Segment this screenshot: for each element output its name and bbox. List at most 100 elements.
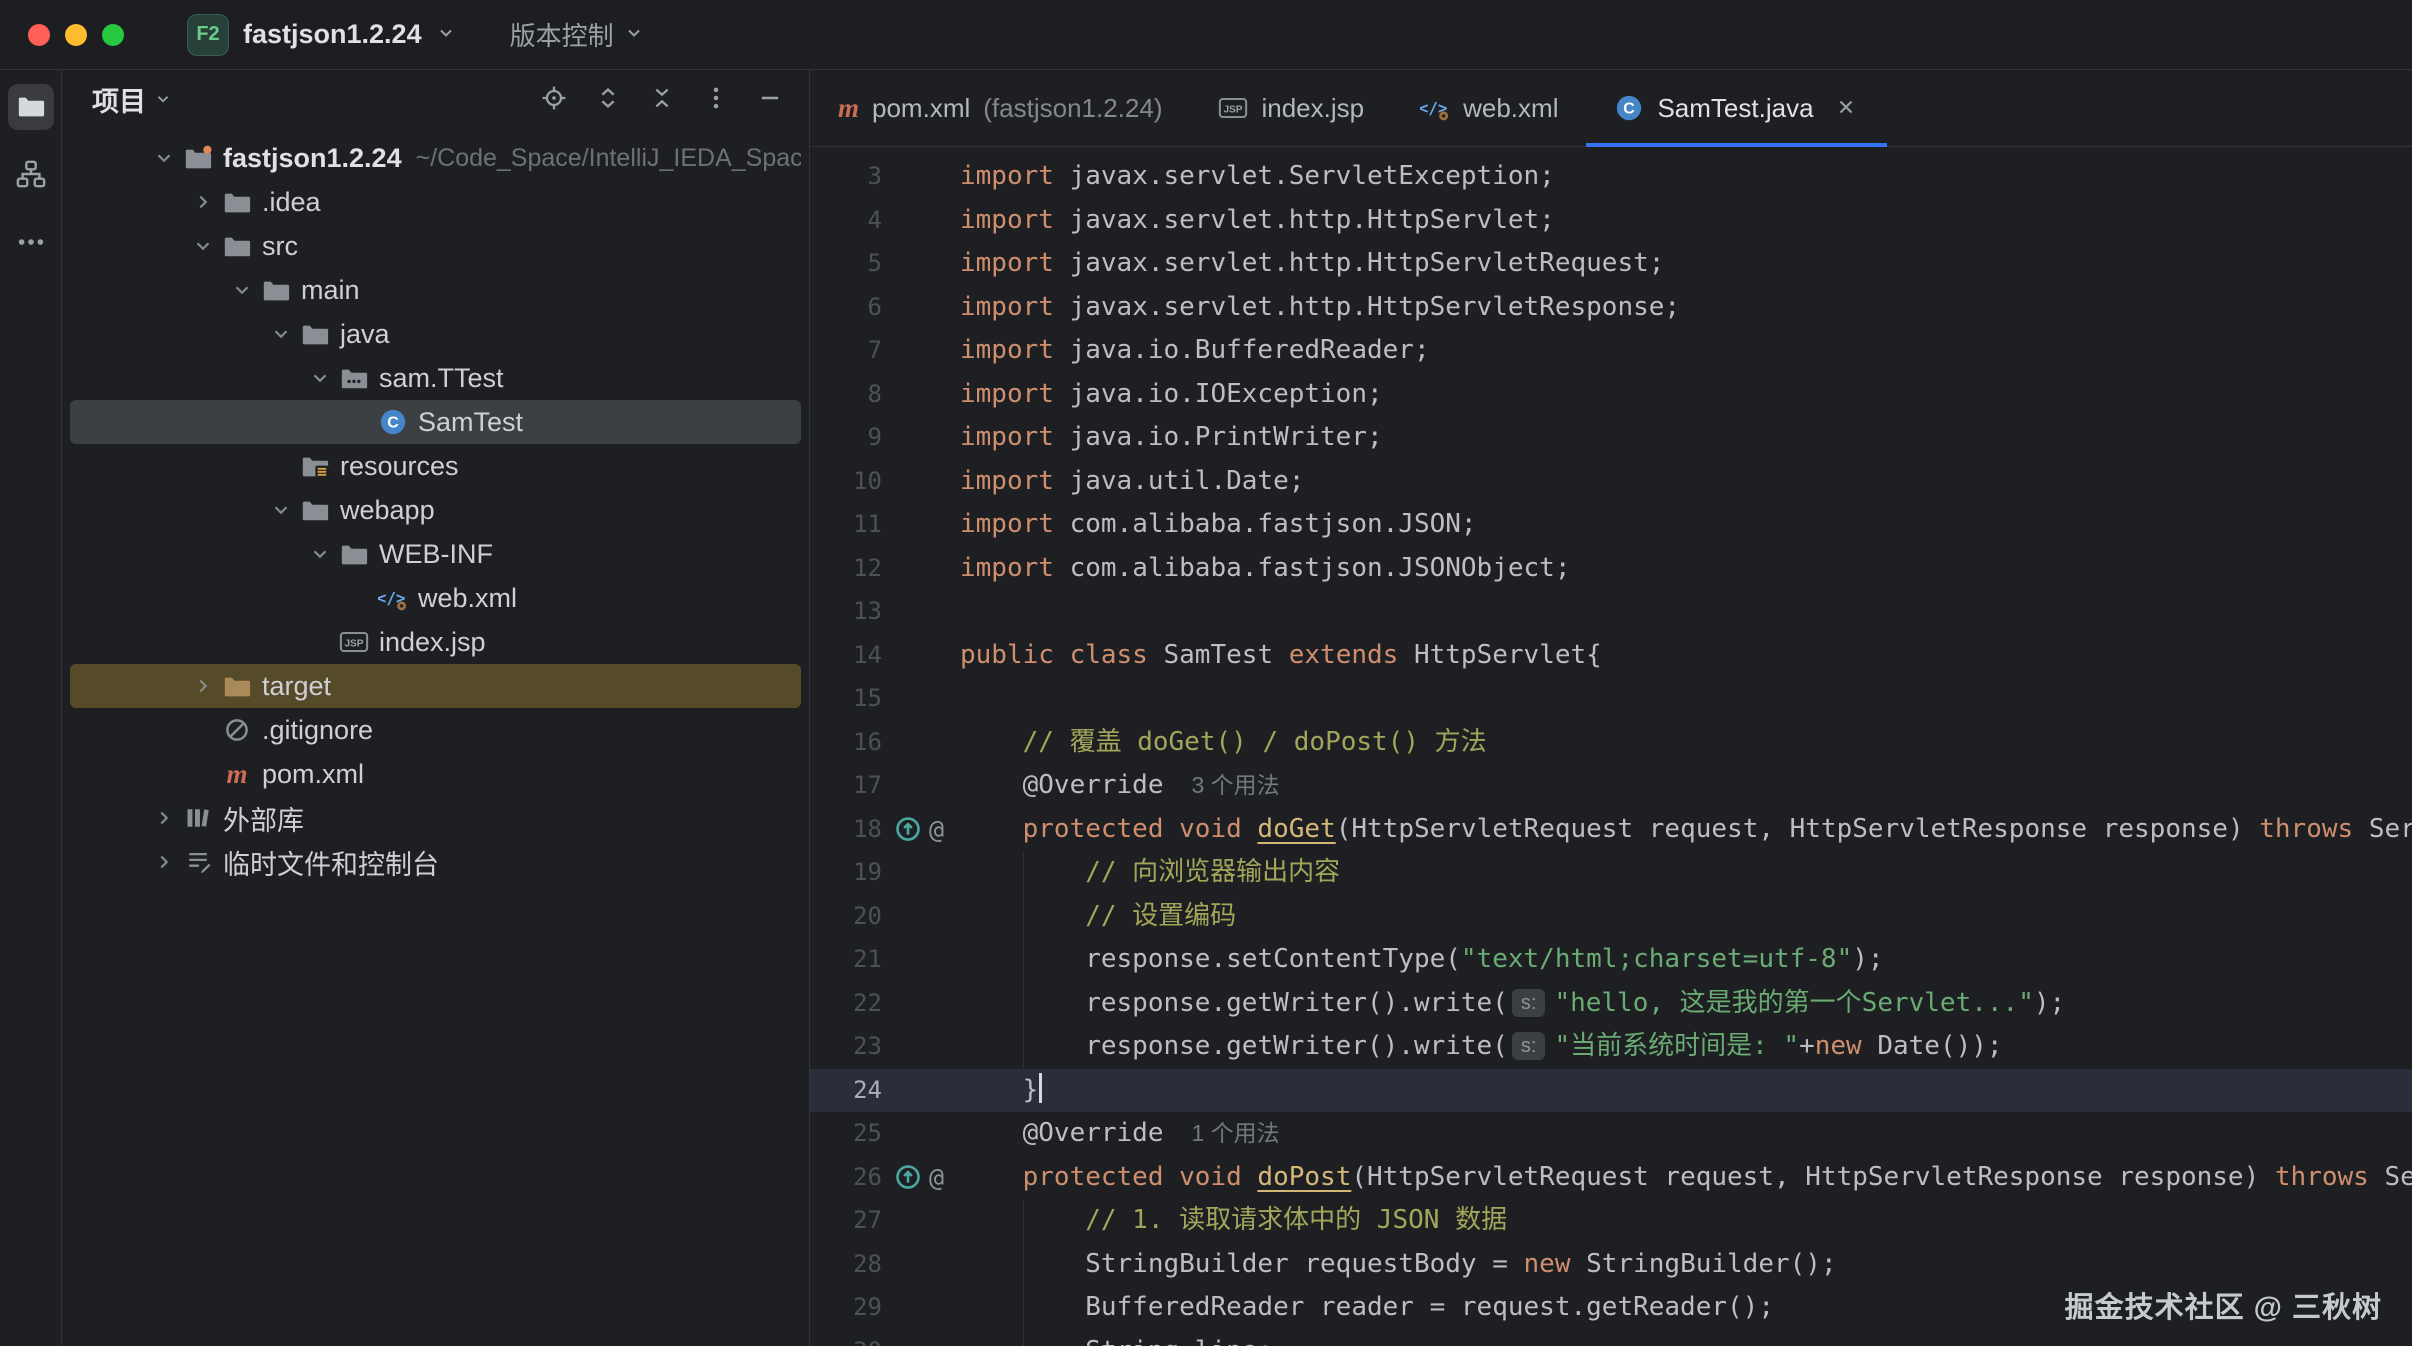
code-line-17[interactable]: 17 @Override3 个用法 (810, 764, 2412, 808)
line-number: 3 (810, 155, 882, 199)
tree-item-WEB-INF[interactable]: WEB-INF (70, 532, 801, 576)
line-number: 4 (810, 199, 882, 243)
tree-item-fastjson1.2.24[interactable]: fastjson1.2.24~/Code_Space/IntelliJ_IEDA… (70, 136, 801, 180)
code-segment: ); (2034, 988, 2065, 1018)
project-widget[interactable]: F2 fastjson1.2.24 (187, 14, 456, 56)
code-segment: SamTest (1148, 640, 1289, 670)
code-text: } (960, 1069, 2412, 1113)
annotation-gutter-icon: @ (929, 1156, 944, 1200)
code-line-12[interactable]: 12import com.alibaba.fastjson.JSONObject… (810, 547, 2412, 591)
code-line-29[interactable]: 29 BufferedReader reader = request.getRe… (810, 1286, 2412, 1330)
chevron-collapsed-icon[interactable] (147, 851, 181, 873)
code-line-28[interactable]: 28 StringBuilder requestBody = new Strin… (810, 1243, 2412, 1287)
code-line-7[interactable]: 7import java.io.BufferedReader; (810, 329, 2412, 373)
structure-button[interactable] (8, 152, 54, 198)
code-line-30[interactable]: 30 String line; (810, 1330, 2412, 1346)
tree-item-index.jsp[interactable]: JSPindex.jsp (70, 620, 801, 664)
overriding-method-icon[interactable] (894, 815, 922, 843)
project-panel-title[interactable]: 项目 (92, 80, 172, 119)
code-text: import com.alibaba.fastjson.JSONObject; (960, 547, 2412, 591)
editor-tab-web.xml[interactable]: </>web.xml (1392, 70, 1586, 146)
tree-item-src[interactable]: src (70, 224, 801, 268)
close-tab-button[interactable] (1833, 94, 1859, 123)
chevron-expanded-icon[interactable] (303, 543, 337, 565)
chevron-collapsed-icon[interactable] (186, 675, 220, 697)
hide-button[interactable] (755, 83, 785, 116)
tree-item-webapp[interactable]: webapp (70, 488, 801, 532)
code-line-4[interactable]: 4import javax.servlet.http.HttpServlet; (810, 199, 2412, 243)
editor-tab-index.jsp[interactable]: JSPindex.jsp (1190, 70, 1392, 146)
chevron-expanded-icon[interactable] (264, 323, 298, 345)
more-horizontal-button[interactable] (8, 220, 54, 266)
code-line-3[interactable]: 3import javax.servlet.ServletException; (810, 155, 2412, 199)
code-line-18[interactable]: 18@ protected void doGet(HttpServletRequ… (810, 808, 2412, 852)
project-folder-button[interactable] (8, 84, 54, 130)
code-line-14[interactable]: 14public class SamTest extends HttpServl… (810, 634, 2412, 678)
tab-label: SamTest.java (1657, 93, 1813, 124)
code-text: // 1. 读取请求体中的 JSON 数据 (960, 1199, 2412, 1243)
gutter: @ (882, 1156, 960, 1200)
code-text: BufferedReader reader = request.getReade… (960, 1286, 2412, 1330)
tree-item-java[interactable]: java (70, 312, 801, 356)
code-line-13[interactable]: 13 (810, 590, 2412, 634)
code-text: import com.alibaba.fastjson.JSON; (960, 503, 2412, 547)
code-editor[interactable]: 3import javax.servlet.ServletException;4… (810, 147, 2412, 1346)
gutter (882, 503, 960, 547)
code-line-6[interactable]: 6import javax.servlet.http.HttpServletRe… (810, 286, 2412, 330)
code-text: response.getWriter().write(s:"当前系统时间是: "… (960, 1025, 2412, 1069)
editor-tab-SamTest.java[interactable]: CSamTest.java (1586, 70, 1886, 146)
locate-button[interactable] (539, 83, 569, 116)
code-line-27[interactable]: 27 // 1. 读取请求体中的 JSON 数据 (810, 1199, 2412, 1243)
code-line-21[interactable]: 21 response.setContentType("text/html;ch… (810, 938, 2412, 982)
code-segment: javax.servlet.http.HttpServlet; (1054, 205, 1555, 235)
code-line-25[interactable]: 25 @Override1 个用法 (810, 1112, 2412, 1156)
code-line-10[interactable]: 10import java.util.Date; (810, 460, 2412, 504)
overriding-method-icon[interactable] (894, 1163, 922, 1191)
tree-item-.gitignore[interactable]: .gitignore (70, 708, 801, 752)
svg-text:C: C (387, 415, 399, 432)
chevron-expanded-icon[interactable] (225, 279, 259, 301)
chevron-collapsed-icon[interactable] (186, 191, 220, 213)
code-line-15[interactable]: 15 (810, 677, 2412, 721)
editor-tab-pom.xml[interactable]: mpom.xml (fastjson1.2.24) (810, 70, 1190, 146)
code-line-19[interactable]: 19 // 向浏览器输出内容 (810, 851, 2412, 895)
chevron-down-icon (154, 84, 172, 115)
code-line-20[interactable]: 20 // 设置编码 (810, 895, 2412, 939)
tree-item-main[interactable]: main (70, 268, 801, 312)
tree-item-SamTest[interactable]: CSamTest (70, 400, 801, 444)
zoom-window-button[interactable] (102, 24, 124, 46)
tree-item-sam.TTest[interactable]: sam.TTest (70, 356, 801, 400)
code-segment: "text/html;charset=utf-8" (1461, 944, 1852, 974)
code-line-9[interactable]: 9import java.io.PrintWriter; (810, 416, 2412, 460)
code-line-26[interactable]: 26@ protected void doPost(HttpServletReq… (810, 1156, 2412, 1200)
code-line-22[interactable]: 22 response.getWriter().write(s:"hello, … (810, 982, 2412, 1026)
code-line-8[interactable]: 8import java.io.IOException; (810, 373, 2412, 417)
tree-item-target[interactable]: target (70, 664, 801, 708)
chevron-expanded-icon[interactable] (264, 499, 298, 521)
code-line-16[interactable]: 16 // 覆盖 doGet() / doPost() 方法 (810, 721, 2412, 765)
tree-item-resources[interactable]: resources (70, 444, 801, 488)
editor-tab-bar: mpom.xml (fastjson1.2.24)JSPindex.jsp</>… (810, 70, 2412, 147)
minimize-window-button[interactable] (65, 24, 87, 46)
tree-item-外部库[interactable]: 外部库 (70, 796, 801, 840)
chevron-expanded-icon[interactable] (186, 235, 220, 257)
tree-item-pom.xml[interactable]: mpom.xml (70, 752, 801, 796)
vcs-widget[interactable]: 版本控制 (510, 16, 644, 53)
expand-all-button[interactable] (593, 83, 623, 116)
tree-item-.idea[interactable]: .idea (70, 180, 801, 224)
code-line-11[interactable]: 11import com.alibaba.fastjson.JSON; (810, 503, 2412, 547)
package-icon (337, 363, 371, 393)
more-button[interactable] (701, 83, 731, 116)
code-line-23[interactable]: 23 response.getWriter().write(s:"当前系统时间是… (810, 1025, 2412, 1069)
collapse-all-button[interactable] (647, 83, 677, 116)
vcs-label: 版本控制 (510, 16, 614, 53)
code-line-24[interactable]: 24 } (810, 1069, 2412, 1113)
close-window-button[interactable] (28, 24, 50, 46)
code-line-5[interactable]: 5import javax.servlet.http.HttpServletRe… (810, 242, 2412, 286)
chevron-expanded-icon[interactable] (303, 367, 337, 389)
tree-item-web.xml[interactable]: </>web.xml (70, 576, 801, 620)
chevron-expanded-icon[interactable] (147, 147, 181, 169)
hide-icon (757, 85, 783, 114)
tree-item-临时文件和控制台[interactable]: 临时文件和控制台 (70, 840, 801, 884)
chevron-collapsed-icon[interactable] (147, 807, 181, 829)
